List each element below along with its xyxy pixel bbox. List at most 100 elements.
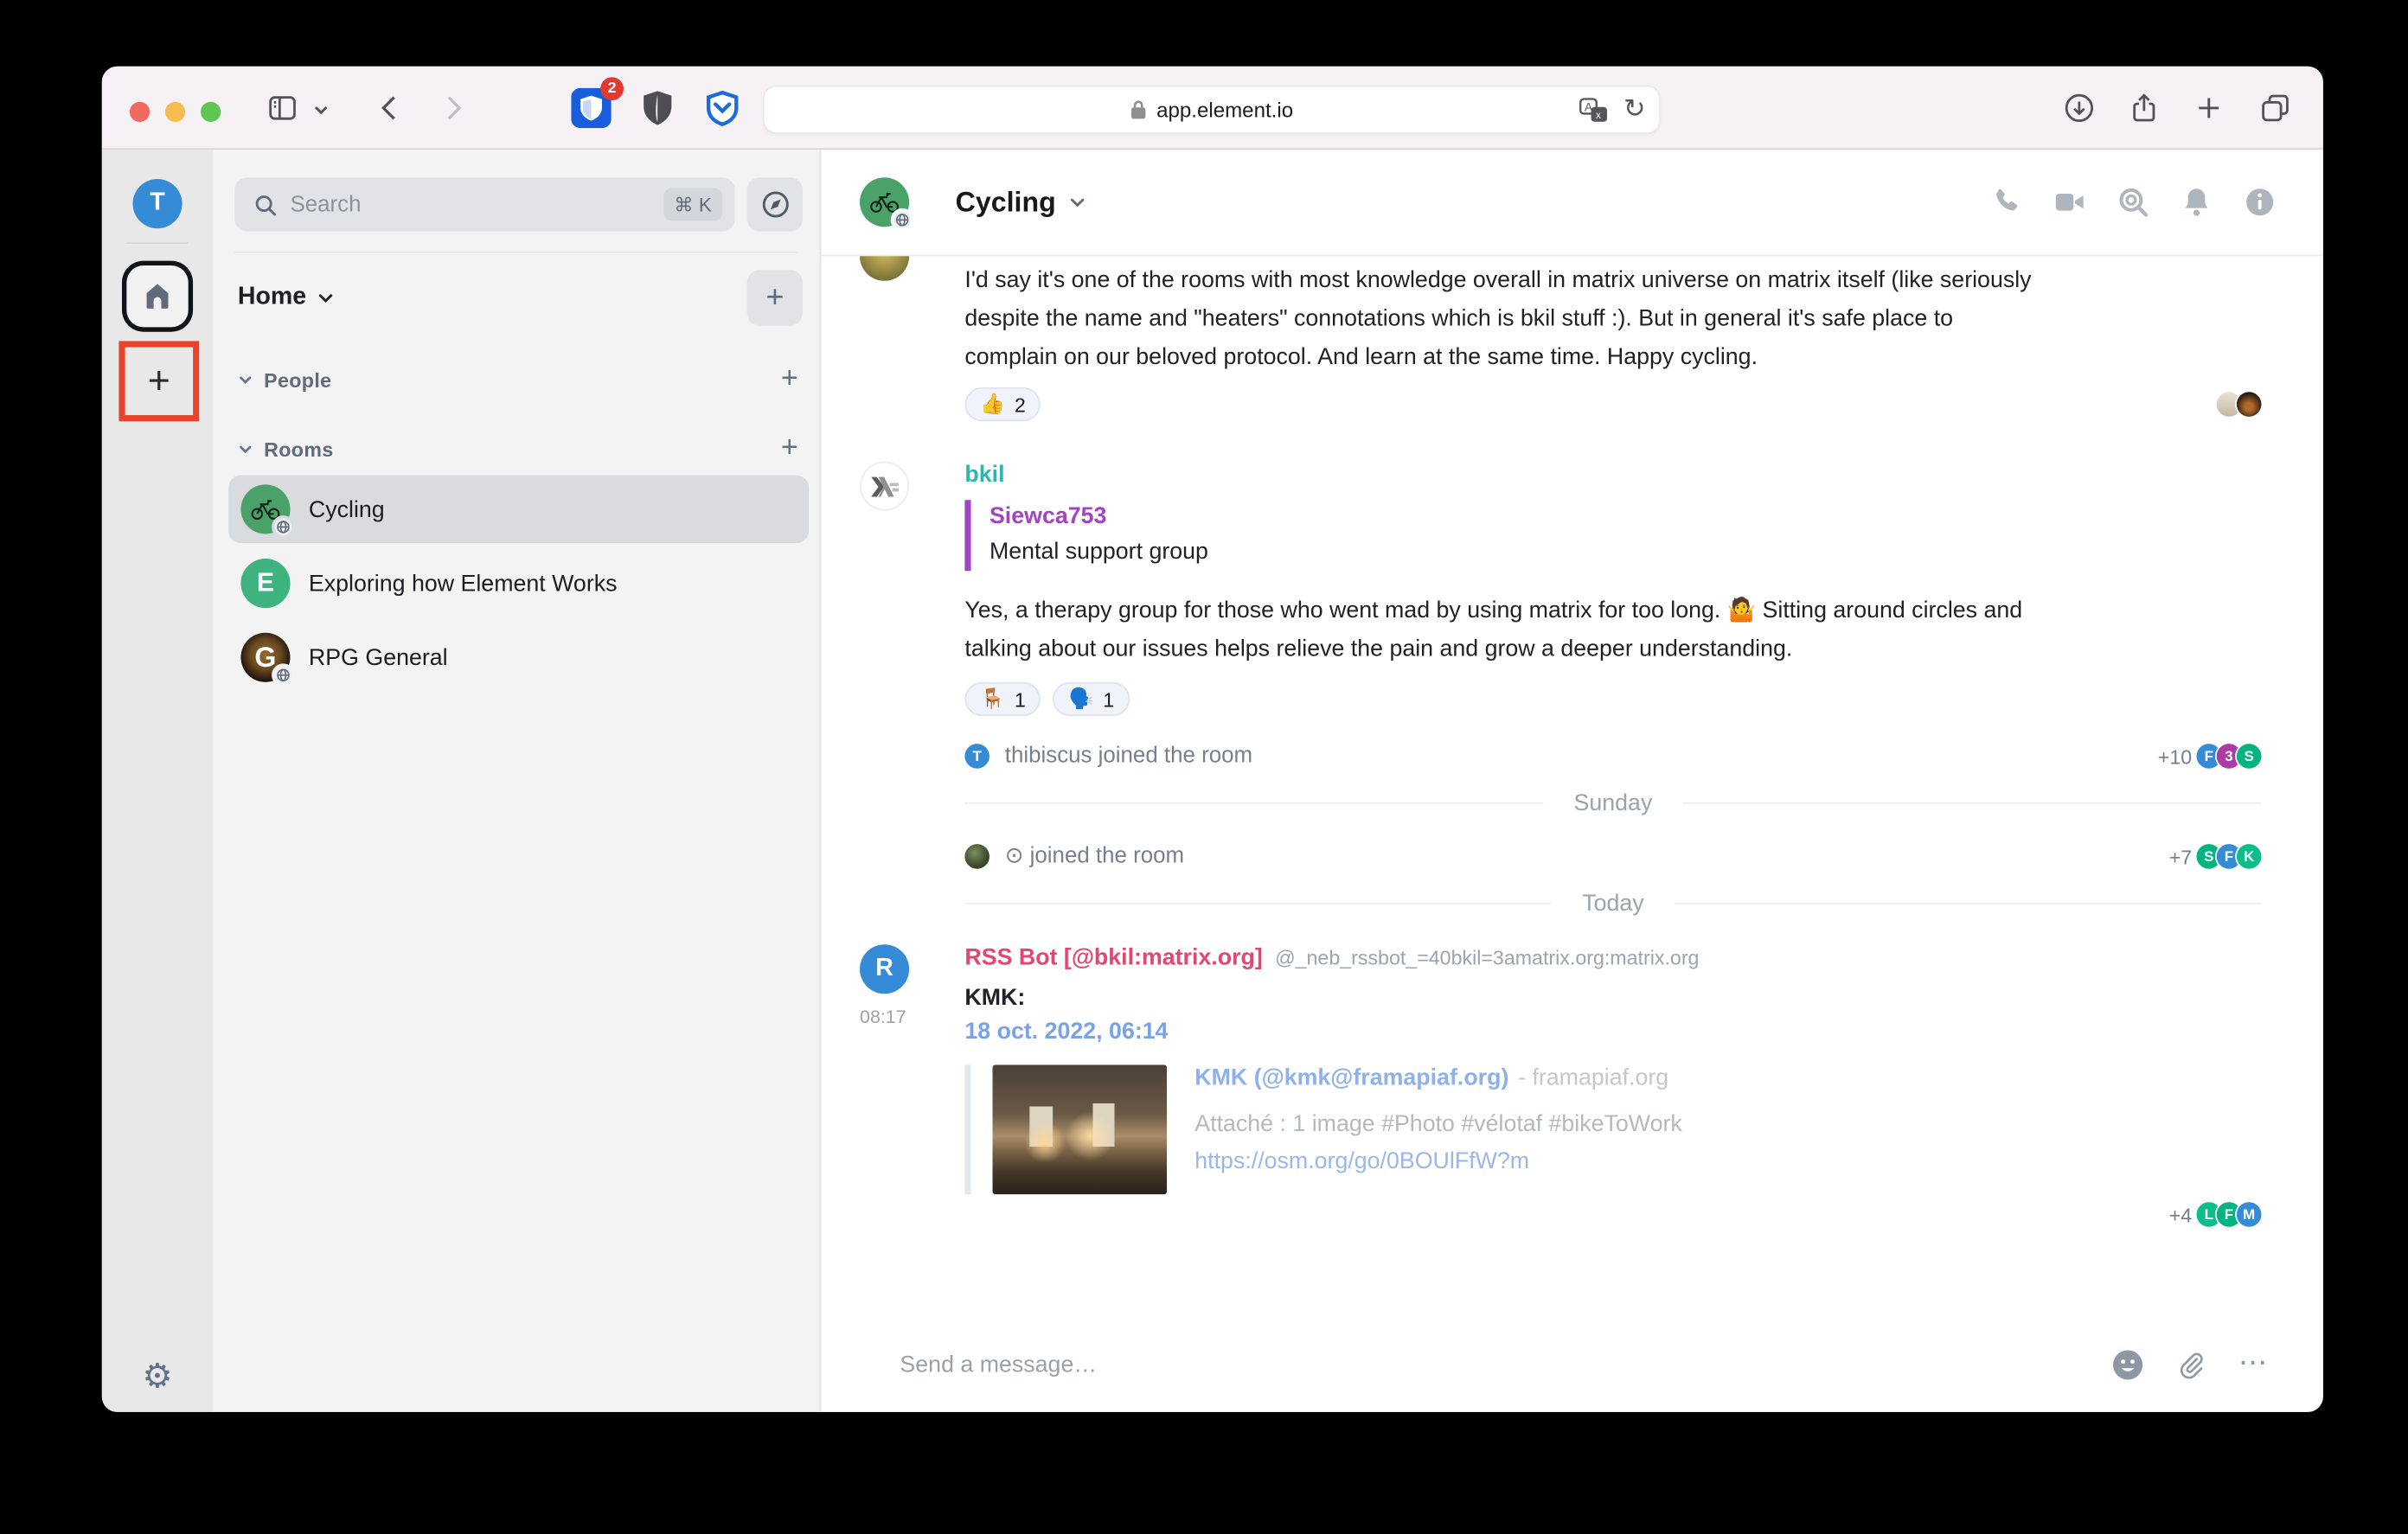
reaction-count: 1 <box>1103 687 1114 711</box>
search-box[interactable]: ⌘ K <box>234 177 734 231</box>
room-title[interactable]: Cycling <box>956 186 1056 218</box>
user-avatar[interactable]: T <box>132 179 182 228</box>
room-item-rpg-general[interactable]: G RPG General <box>228 623 809 692</box>
read-receipts <box>2221 392 2261 417</box>
room-name: RPG General <box>309 644 448 670</box>
room-item-exploring[interactable]: E Exploring how Element Works <box>228 549 809 617</box>
url-text: app.element.io <box>1156 98 1293 121</box>
event-text: thibiscus joined the room <box>1005 744 1252 769</box>
read-receipt-avatar[interactable]: M <box>2237 1202 2262 1227</box>
add-button[interactable]: + <box>747 270 803 325</box>
room-header: Cycling <box>821 150 2322 256</box>
zoom-window-button[interactable] <box>201 101 221 121</box>
sender-name[interactable]: RSS Bot [@bkil:matrix.org] <box>964 944 1262 970</box>
attachment-icon[interactable] <box>2175 1348 2207 1380</box>
room-header-avatar[interactable] <box>860 177 909 227</box>
reaction-pill[interactable]: 👍 2 <box>964 387 1041 421</box>
pocket-extension-icon[interactable] <box>704 90 741 127</box>
message-text: I'd say it's one of the rooms with most … <box>964 261 2045 377</box>
date-divider-label: Sunday <box>1574 790 1653 816</box>
quote-text: Mental support group <box>989 534 2262 571</box>
read-receipt-avatar[interactable]: S <box>2237 744 2262 769</box>
create-space-button[interactable]: + <box>128 350 189 412</box>
read-receipts: +10 F 3 S <box>2158 744 2262 769</box>
tab-overview-icon[interactable] <box>2258 91 2292 125</box>
home-space-button[interactable] <box>126 265 188 327</box>
preview-title-link[interactable]: KMK (@kmk@framapiaf.org) <box>1194 1064 1508 1090</box>
sender-name[interactable]: bkil <box>964 462 2261 488</box>
sidebar-toggle-icon[interactable] <box>266 91 299 125</box>
date-divider: Sunday <box>964 790 2261 816</box>
chevron-down-icon <box>238 441 253 457</box>
read-receipt-avatar[interactable]: K <box>2237 844 2262 869</box>
reaction-pill[interactable]: 🪑 1 <box>964 682 1041 716</box>
url-preview-card[interactable]: KMK (@kmk@framapiaf.org)- framapiaf.org … <box>964 1064 2261 1194</box>
room-info-icon[interactable] <box>2243 185 2277 219</box>
video-call-icon[interactable] <box>2053 185 2087 219</box>
close-window-button[interactable] <box>130 101 150 121</box>
room-avatar: G <box>240 633 290 682</box>
reaction-pill[interactable]: 🗣️ 1 <box>1054 682 1130 716</box>
read-receipts: +7 S F K <box>2169 844 2262 869</box>
space-name-label[interactable]: Home <box>238 284 306 311</box>
rooms-section-label: Rooms <box>264 438 333 461</box>
event-avatar[interactable] <box>964 844 989 869</box>
room-name: Exploring how Element Works <box>309 570 618 596</box>
message-group-bkil: bkil Siewca753 Mental support group Yes,… <box>964 462 2261 716</box>
message-composer: Send a message… ⋯ <box>821 1326 2322 1412</box>
read-receipts: +4 L F M <box>964 1202 2261 1227</box>
notifications-bell-icon[interactable] <box>2180 185 2213 219</box>
event-avatar[interactable]: T <box>964 744 989 769</box>
reaction-emoji: 👍 <box>980 392 1005 417</box>
preview-thumbnail[interactable] <box>993 1064 1168 1194</box>
bitwarden-extension-icon[interactable]: 2 <box>571 88 611 128</box>
chevron-down-icon[interactable] <box>1068 193 1086 211</box>
message-input[interactable]: Send a message… <box>900 1351 2111 1377</box>
add-room-button[interactable]: + <box>781 432 798 466</box>
annotation-highlight-box: + <box>118 341 199 421</box>
room-item-cycling[interactable]: Cycling <box>228 476 809 544</box>
forward-icon[interactable] <box>435 91 469 125</box>
room-search-icon[interactable] <box>2117 185 2150 219</box>
extension-badge: 2 <box>600 77 624 100</box>
preview-description: Attaché : 1 image #Photo #vélotaf #bikeT… <box>1194 1111 1681 1137</box>
address-bar[interactable]: app.element.io Ax ↻ <box>764 86 1659 133</box>
message-date-link[interactable]: 18 oct. 2022, 06:14 <box>964 1019 2261 1045</box>
settings-gear-icon[interactable]: ⚙ <box>102 1359 213 1393</box>
voice-call-icon[interactable] <box>1989 185 2023 219</box>
room-avatar <box>240 484 290 534</box>
quote-author: Siewca753 <box>989 500 2262 534</box>
date-divider: Today <box>964 891 2261 917</box>
room-avatar-letter: E <box>257 568 274 599</box>
add-people-button[interactable]: + <box>781 362 798 396</box>
message-group-rss-bot: R 08:17 RSS Bot [@bkil:matrix.org]@_neb_… <box>964 944 2261 1227</box>
chevron-down-icon[interactable] <box>311 99 330 117</box>
preview-url-link[interactable]: https://osm.org/go/0BOUlFfW?m <box>1194 1148 1681 1174</box>
translate-icon[interactable]: Ax <box>1579 97 1608 123</box>
room-list-panel: ⌘ K Home + People + Rooms <box>213 150 821 1412</box>
message-timestamp: 08:17 <box>860 1007 931 1028</box>
shield-extension-icon[interactable] <box>641 90 675 127</box>
quoted-message[interactable]: Siewca753 Mental support group <box>964 500 2261 571</box>
reaction-count: 1 <box>1015 687 1026 711</box>
sender-avatar[interactable] <box>860 256 909 281</box>
space-panel-divider <box>126 242 188 244</box>
search-input[interactable] <box>291 192 651 217</box>
sender-avatar[interactable]: R <box>860 944 909 994</box>
minimize-window-button[interactable] <box>165 101 185 121</box>
emoji-picker-icon[interactable] <box>2111 1348 2143 1380</box>
back-icon[interactable] <box>374 91 407 125</box>
read-receipt-avatar[interactable] <box>2237 392 2262 417</box>
rooms-section-header[interactable]: Rooms + <box>238 433 798 464</box>
room-avatar: E <box>240 559 290 608</box>
chevron-down-icon[interactable] <box>317 289 336 307</box>
share-icon[interactable] <box>2127 91 2161 125</box>
new-tab-icon[interactable] <box>2192 91 2225 125</box>
more-receipts-count: +4 <box>2169 1203 2192 1226</box>
chevron-down-icon <box>238 372 253 387</box>
downloads-icon[interactable] <box>2062 91 2096 125</box>
people-section-header[interactable]: People + <box>238 364 798 395</box>
public-room-badge <box>891 208 914 232</box>
sender-avatar[interactable] <box>860 462 909 511</box>
explore-rooms-button[interactable] <box>747 177 803 231</box>
